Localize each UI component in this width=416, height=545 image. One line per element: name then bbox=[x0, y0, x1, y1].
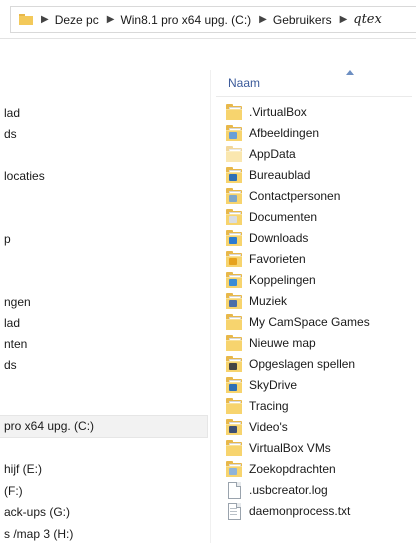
desktop-folder-icon bbox=[226, 166, 242, 183]
list-item[interactable]: daemonprocess.txt bbox=[226, 500, 350, 521]
list-item[interactable]: Nieuwe map bbox=[226, 332, 316, 353]
list-item[interactable]: .VirtualBox bbox=[226, 101, 307, 122]
breadcrumb-item[interactable]: Deze pc bbox=[55, 13, 99, 27]
list-item-label: VirtualBox VMs bbox=[249, 440, 331, 455]
list-item[interactable]: Favorieten bbox=[226, 248, 306, 269]
nav-item[interactable]: ack-ups (G:) bbox=[0, 502, 70, 523]
list-item-label: daemonprocess.txt bbox=[249, 503, 351, 518]
list-item[interactable]: Bureaublad bbox=[226, 164, 310, 185]
nav-item[interactable]: (F:) bbox=[0, 481, 23, 502]
list-item-label: Documenten bbox=[249, 209, 318, 224]
nav-item[interactable]: ngen bbox=[0, 292, 31, 313]
list-item-label: Opgeslagen spellen bbox=[249, 356, 356, 371]
list-item-label: Koppelingen bbox=[249, 272, 316, 287]
column-header-divider bbox=[216, 96, 412, 97]
list-item[interactable]: SkyDrive bbox=[226, 374, 297, 395]
breadcrumb-item[interactable]: Gebruikers bbox=[273, 13, 332, 27]
folder-icon bbox=[226, 439, 242, 456]
list-item[interactable]: Tracing bbox=[226, 395, 289, 416]
list-item[interactable]: Muziek bbox=[226, 290, 287, 311]
list-item[interactable]: Downloads bbox=[226, 227, 308, 248]
column-header-name[interactable]: Naam bbox=[228, 76, 260, 90]
folder-icon bbox=[226, 313, 242, 330]
chevron-right-icon[interactable]: ▶ bbox=[259, 14, 267, 25]
address-bar: ▶ Deze pc ▶ Win8.1 pro x64 upg. (C:) ▶ G… bbox=[0, 0, 416, 39]
folder-icon bbox=[19, 14, 33, 25]
list-item-label: Tracing bbox=[249, 398, 289, 413]
list-item-label: .VirtualBox bbox=[249, 104, 307, 119]
nav-item[interactable]: s /map 3 (H:) bbox=[0, 524, 73, 545]
sort-ascending-icon bbox=[346, 70, 354, 75]
nav-item[interactable]: ds bbox=[0, 124, 17, 145]
list-item-label: Afbeeldingen bbox=[249, 125, 320, 140]
nav-item[interactable]: hijf (E:) bbox=[0, 459, 42, 480]
searches-folder-icon bbox=[226, 460, 242, 477]
list-item-label: SkyDrive bbox=[249, 377, 298, 392]
list-item[interactable]: Opgeslagen spellen bbox=[226, 353, 355, 374]
breadcrumb-item[interactable]: Win8.1 pro x64 upg. (C:) bbox=[120, 13, 251, 27]
list-item-label: Favorieten bbox=[249, 251, 306, 266]
list-item-label: .usbcreator.log bbox=[249, 482, 328, 497]
nav-item[interactable]: ds bbox=[0, 355, 17, 376]
pictures-folder-icon bbox=[226, 124, 242, 141]
list-item[interactable]: AppData bbox=[226, 143, 296, 164]
folder-icon bbox=[226, 334, 242, 351]
list-item[interactable]: Zoekopdrachten bbox=[226, 458, 336, 479]
folder-icon bbox=[226, 145, 242, 162]
list-item-label: My CamSpace Games bbox=[249, 314, 370, 329]
nav-item[interactable]: lad bbox=[0, 313, 20, 334]
videos-folder-icon bbox=[226, 418, 242, 435]
list-item-label: Video's bbox=[249, 419, 288, 434]
text-file-icon bbox=[226, 502, 242, 520]
downloads-folder-icon bbox=[226, 229, 242, 246]
chevron-right-icon[interactable]: ▶ bbox=[107, 14, 115, 25]
folder-icon bbox=[226, 397, 242, 414]
list-item-label: Muziek bbox=[249, 293, 288, 308]
list-item[interactable]: My CamSpace Games bbox=[226, 311, 370, 332]
file-list: Naam .VirtualBox Afbeeldingen AppData Burea… bbox=[212, 70, 416, 543]
links-folder-icon bbox=[226, 271, 242, 288]
list-item-label: Contactpersonen bbox=[249, 188, 341, 203]
folder-icon bbox=[226, 103, 242, 120]
list-item[interactable]: .usbcreator.log bbox=[226, 479, 328, 500]
documents-folder-icon bbox=[226, 208, 242, 225]
list-item-label: AppData bbox=[249, 146, 296, 161]
contacts-folder-icon bbox=[226, 187, 242, 204]
list-item[interactable]: Documenten bbox=[226, 206, 317, 227]
saved-games-folder-icon bbox=[226, 355, 242, 372]
list-item[interactable]: Afbeeldingen bbox=[226, 122, 319, 143]
list-item-label: Zoekopdrachten bbox=[249, 461, 336, 476]
list-item[interactable]: Contactpersonen bbox=[226, 185, 340, 206]
favorites-folder-icon bbox=[226, 250, 242, 267]
breadcrumb[interactable]: ▶ Deze pc ▶ Win8.1 pro x64 upg. (C:) ▶ G… bbox=[10, 6, 416, 33]
nav-item[interactable]: locaties bbox=[0, 166, 45, 187]
nav-item[interactable]: nten bbox=[0, 334, 27, 355]
file-icon bbox=[226, 481, 242, 499]
breadcrumb-item-current[interactable]: qtex bbox=[353, 12, 382, 27]
nav-item[interactable]: pro x64 upg. (C:) bbox=[0, 415, 208, 438]
list-item-label: Downloads bbox=[249, 230, 309, 245]
nav-item[interactable]: p bbox=[0, 229, 11, 250]
list-item-label: Nieuwe map bbox=[249, 335, 316, 350]
skydrive-folder-icon bbox=[226, 376, 242, 393]
chevron-right-icon[interactable]: ▶ bbox=[41, 14, 49, 25]
list-item[interactable]: Video's bbox=[226, 416, 288, 437]
nav-item[interactable]: lad bbox=[0, 103, 20, 124]
list-item[interactable]: Koppelingen bbox=[226, 269, 316, 290]
music-folder-icon bbox=[226, 292, 242, 309]
navigation-pane: lad ds locaties p ngen lad nten ds pro x64 upg. … bbox=[0, 70, 211, 543]
list-item-label: Bureaublad bbox=[249, 167, 311, 182]
list-item[interactable]: VirtualBox VMs bbox=[226, 437, 331, 458]
chevron-right-icon[interactable]: ▶ bbox=[340, 14, 348, 25]
